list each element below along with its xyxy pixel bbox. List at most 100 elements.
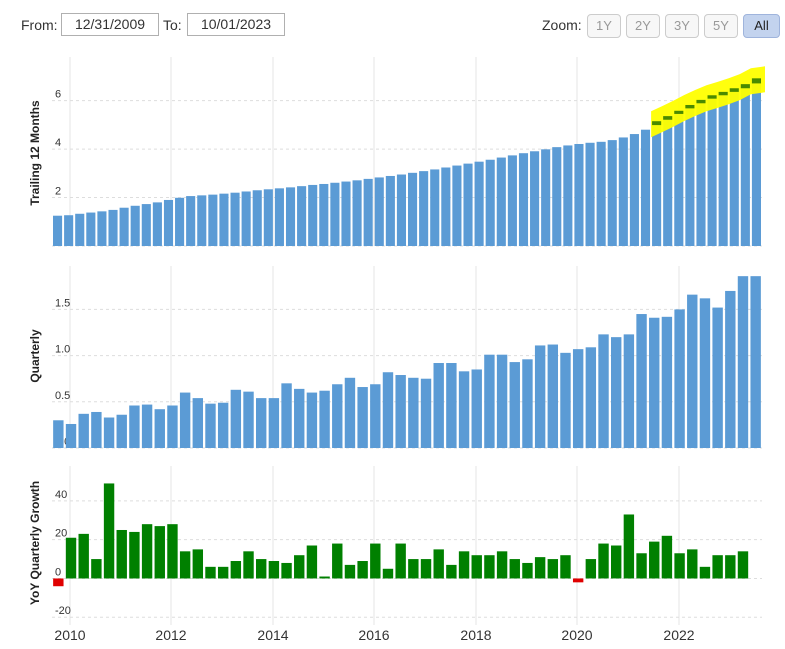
yoy-ylabel: YoY Quarterly Growth: [28, 481, 42, 605]
yoy-bar: [725, 555, 736, 579]
yoy-bar: [306, 545, 318, 579]
ttm-bar: [685, 108, 695, 247]
ttm-bar: [53, 215, 63, 246]
quarterly-bar: [230, 389, 242, 448]
yoy-bar: [281, 562, 292, 579]
yoy-bar: [243, 551, 254, 579]
yoy-bar: [611, 545, 622, 579]
quarterly-bar: [344, 377, 356, 448]
yoy-bar: [395, 543, 406, 579]
quarterly-bar: [446, 363, 457, 448]
quarterly-bar: [294, 388, 305, 448]
x-tick-label: 2014: [257, 627, 288, 643]
y-tick-label: 1.5: [55, 297, 70, 309]
quarterly-bar: [560, 352, 571, 448]
x-tick-label: 2016: [358, 627, 389, 643]
quarterly-bar: [737, 276, 749, 448]
yoy-bar: [674, 553, 685, 579]
quarterly-bar: [91, 411, 102, 448]
ttm-forecast-bar: [751, 78, 761, 84]
yoy-bar: [433, 549, 444, 579]
ttm-bar: [396, 174, 406, 246]
yoy-bar: [687, 549, 698, 579]
ttm-forecast-bar: [652, 121, 662, 126]
yoy-bar: [91, 559, 102, 579]
quarterly-bar: [205, 403, 216, 448]
quarterly-bar: [281, 383, 292, 448]
quarterly-bar: [433, 363, 444, 448]
quarterly-bar: [547, 344, 559, 448]
y-tick-label: 0: [55, 566, 61, 578]
ttm-bar: [507, 155, 517, 246]
quarterly-ylabel: Quarterly: [28, 329, 42, 383]
yoy-bar: [344, 564, 356, 579]
ttm-bar: [618, 137, 628, 246]
ttm-bar: [186, 196, 196, 246]
yoy-bar: [585, 559, 597, 579]
yoy-bar: [408, 559, 419, 579]
yoy-bar: [534, 557, 546, 579]
ttm-bar: [319, 183, 329, 246]
ttm-bar: [607, 140, 617, 246]
quarterly-bar: [420, 378, 432, 448]
quarterly-bar: [750, 276, 761, 448]
ttm-bar: [330, 182, 340, 246]
ttm-bar: [430, 169, 440, 246]
quarterly-bar: [636, 314, 647, 448]
ttm-bar: [385, 175, 395, 246]
yoy-bar: [446, 564, 457, 579]
yoy-bar: [496, 551, 508, 579]
yoy-bar: [167, 524, 178, 579]
charts-area: Trailing 12 Months Quarterly YoY Quarter…: [28, 57, 765, 643]
yoy-bar: [547, 559, 559, 579]
ttm-bar: [108, 209, 118, 246]
ttm-bar: [163, 199, 174, 246]
yoy-bar: [737, 551, 749, 579]
ttm-bar: [285, 187, 296, 246]
ttm-bar: [652, 125, 662, 246]
yoy-bar: [370, 543, 381, 579]
ttm-forecast-bar: [729, 88, 739, 92]
quarterly-bar: [243, 391, 254, 448]
quarterly-bar: [192, 398, 204, 448]
y-tick-label: 6: [55, 89, 61, 101]
quarterly-bar: [699, 298, 711, 448]
ttm-forecast-bar: [740, 84, 750, 89]
quarterly-bar: [623, 334, 635, 448]
ttm-forecast-bar: [663, 116, 673, 120]
ttm-bar: [363, 178, 373, 246]
quarterly-bar: [496, 354, 508, 448]
yoy-bar: [179, 551, 191, 579]
quarterly-bar: [217, 402, 229, 448]
y-tick-label: -20: [55, 605, 71, 617]
quarterly-bar: [725, 290, 736, 448]
ttm-bar: [241, 191, 251, 246]
ttm-bar: [130, 205, 140, 246]
quarterly-bar: [154, 409, 165, 448]
quarterly-bar: [179, 392, 191, 448]
quarterly-bar: [661, 316, 673, 448]
yoy-bar: [192, 549, 204, 579]
x-tick-label: 2022: [663, 627, 694, 643]
ttm-bar: [496, 157, 506, 246]
ttm-bar: [252, 190, 262, 246]
ttm-bar: [274, 188, 284, 246]
ttm-bar: [574, 143, 584, 246]
ttm-bar: [729, 91, 739, 246]
quarterly-bar: [103, 417, 115, 448]
yoy-bar: [712, 555, 723, 579]
quarterly-bar: [522, 359, 533, 448]
yoy-bar: [268, 561, 280, 579]
x-tick-label: 2018: [460, 627, 491, 643]
yoy-bar: [205, 566, 216, 579]
ttm-bar: [585, 142, 595, 246]
ttm-bar: [707, 98, 717, 247]
ttm-bar: [563, 145, 573, 246]
yoy-bar: [636, 553, 647, 579]
quarterly-bar: [319, 390, 330, 448]
quarterly-bar: [306, 392, 318, 448]
yoy-bar: [230, 561, 242, 579]
ttm-bar: [230, 192, 240, 246]
yoy-bar: [598, 543, 609, 579]
ttm-forecast-bar: [707, 95, 717, 99]
